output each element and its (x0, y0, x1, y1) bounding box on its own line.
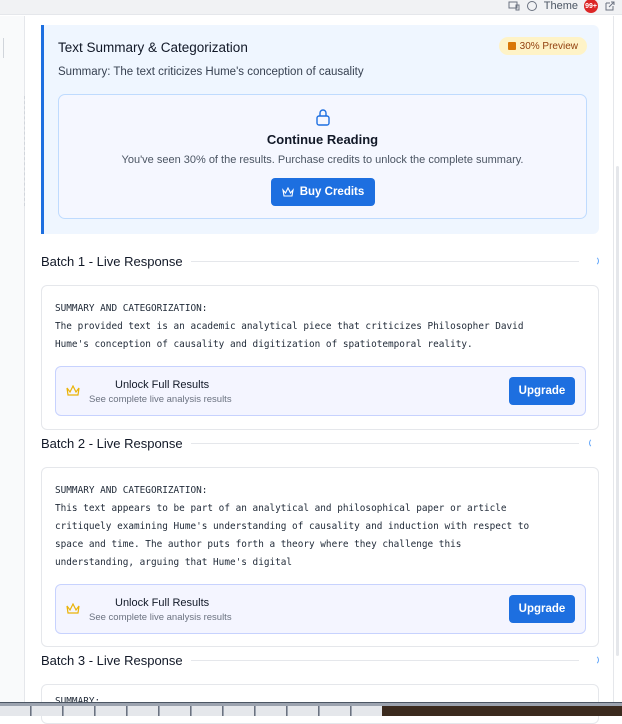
batch-header: Batch 1 - Live Response (41, 250, 599, 272)
continue-reading-title: Continue Reading (266, 132, 379, 147)
preview-badge: 30% Preview (498, 37, 587, 55)
sidebar-divider (24, 96, 25, 206)
continue-reading-box: Continue Reading You've seen 30% of the … (58, 94, 587, 219)
taskbar-wallpaper (382, 706, 622, 716)
continue-reading-text: You've seen 30% of the results. Purchase… (121, 154, 524, 166)
divider (190, 260, 579, 262)
taskbar (0, 702, 622, 716)
taskbar-item[interactable] (256, 706, 287, 716)
taskbar-item[interactable] (320, 706, 351, 716)
batch-title: Batch 2 - Live Response (41, 435, 183, 451)
topbar-tools: Theme 99+ (508, 0, 616, 15)
preview-card: Text Summary & Categorization 30% Previe… (41, 25, 599, 234)
preview-title: Text Summary & Categorization (58, 40, 248, 55)
divider (190, 442, 579, 444)
taskbar-item[interactable] (224, 706, 255, 716)
unlock-box: Unlock Full Results See complete live an… (55, 366, 586, 416)
taskbar-item[interactable] (192, 706, 223, 716)
loading-spinner-icon (589, 655, 599, 665)
taskbar-item[interactable] (352, 706, 383, 716)
divider (190, 659, 579, 661)
buy-credits-label: Buy Credits (299, 186, 365, 198)
batch-title: Batch 3 - Live Response (41, 652, 183, 668)
upgrade-button[interactable]: Upgrade (509, 595, 575, 623)
left-sidebar (0, 16, 25, 702)
upgrade-button[interactable]: Upgrade (509, 377, 575, 405)
unlock-subtitle: See complete live analysis results (89, 394, 232, 405)
loading-spinner-icon (589, 256, 599, 266)
batch-card: SUMMARY AND CATEGORIZATION: The provided… (41, 285, 599, 430)
crown-icon (281, 186, 294, 197)
taskbar-item[interactable] (160, 706, 191, 716)
unlock-box: Unlock Full Results See complete live an… (55, 584, 586, 634)
taskbar-item[interactable] (0, 706, 31, 716)
batch-card: SUMMARY AND CATEGORIZATION: This text ap… (41, 467, 599, 647)
palette-icon[interactable] (526, 0, 538, 12)
device-icon[interactable] (508, 0, 520, 12)
sidebar-handle[interactable] (0, 38, 4, 58)
notification-badge[interactable]: 99+ (584, 0, 598, 13)
response-text: SUMMARY AND CATEGORIZATION: The provided… (55, 303, 524, 350)
browser-topbar: Theme 99+ (0, 0, 622, 15)
loading-spinner-icon (589, 438, 599, 448)
scrollbar[interactable] (613, 16, 622, 702)
lock-icon (316, 109, 330, 126)
lock-icon (507, 42, 516, 50)
theme-label[interactable]: Theme (544, 0, 578, 12)
main-content: Text Summary & Categorization 30% Previe… (41, 16, 599, 724)
preview-badge-label: 30% Preview (519, 40, 578, 52)
crown-icon (66, 603, 80, 614)
buy-credits-button[interactable]: Buy Credits (271, 178, 375, 206)
taskbar-item[interactable] (128, 706, 159, 716)
taskbar-item[interactable] (64, 706, 95, 716)
scrollbar-thumb[interactable] (616, 166, 619, 656)
batch-header: Batch 3 - Live Response (41, 649, 599, 671)
unlock-subtitle: See complete live analysis results (89, 612, 232, 623)
response-text: SUMMARY AND CATEGORIZATION: This text ap… (55, 485, 530, 568)
batch-header: Batch 2 - Live Response (41, 432, 599, 454)
unlock-title: Unlock Full Results (115, 379, 210, 391)
unlock-title: Unlock Full Results (115, 597, 210, 609)
preview-summary: Summary: The text criticizes Hume's conc… (58, 66, 364, 78)
taskbar-item[interactable] (288, 706, 319, 716)
batch-title: Batch 1 - Live Response (41, 253, 183, 269)
crown-icon (66, 385, 80, 396)
taskbar-item[interactable] (32, 706, 63, 716)
external-link-icon[interactable] (604, 0, 616, 12)
taskbar-item[interactable] (96, 706, 127, 716)
